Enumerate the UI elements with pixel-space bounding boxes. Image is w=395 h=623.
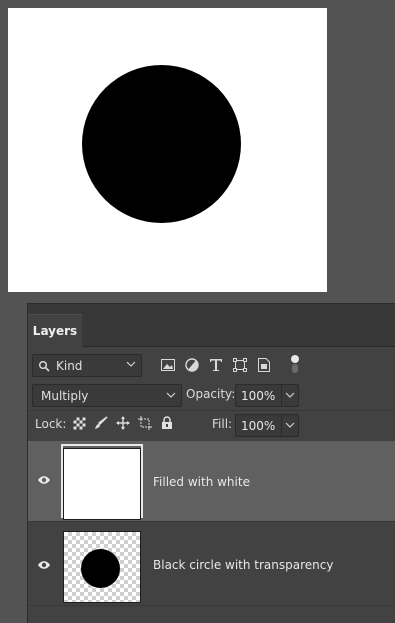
chevron-down-icon[interactable] <box>285 420 295 430</box>
layer-thumbnail-frame[interactable] <box>61 444 143 520</box>
tab-layers[interactable]: Layers <box>28 314 82 347</box>
opacity-input[interactable]: 100% <box>235 384 299 407</box>
layer-row-black-circle[interactable]: Black circle with transparency <box>28 522 395 606</box>
fill-input[interactable]: 100% <box>235 414 299 437</box>
eye-icon[interactable] <box>37 560 51 570</box>
chevron-down-icon[interactable] <box>285 390 295 400</box>
shape-filter-icon[interactable] <box>232 357 248 373</box>
adjustment-filter-icon[interactable] <box>184 357 200 373</box>
lock-position-icon[interactable] <box>115 415 131 431</box>
lock-icon-group <box>71 415 175 431</box>
filter-icon-group <box>160 356 272 374</box>
lock-transparent-pixels-icon[interactable] <box>71 415 87 431</box>
lock-label: Lock: <box>35 417 67 431</box>
layer-thumbnail <box>63 531 141 603</box>
field-divider <box>281 385 282 406</box>
chevron-down-icon <box>166 392 176 398</box>
document-canvas[interactable] <box>8 8 327 292</box>
blend-mode-dropdown[interactable]: Multiply <box>32 384 182 407</box>
lock-all-icon[interactable] <box>159 415 175 431</box>
layer-name[interactable]: Filled with white <box>153 475 250 489</box>
thumbnail-circle <box>81 549 120 588</box>
opacity-label: Opacity: <box>186 387 236 401</box>
type-filter-icon[interactable] <box>208 357 224 373</box>
layer-thumbnail-frame[interactable] <box>61 525 143 603</box>
panel-tab-bar: Layers <box>28 304 395 347</box>
fill-value: 100% <box>241 418 276 433</box>
smart-object-filter-icon[interactable] <box>256 357 272 373</box>
lock-image-pixels-icon[interactable] <box>93 415 109 431</box>
layer-thumbnail <box>63 448 141 520</box>
image-filter-icon[interactable] <box>160 357 176 373</box>
layers-panel: Layers Kind Multiply Opacity: 100% Lock:… <box>27 303 395 623</box>
eye-icon[interactable] <box>37 475 51 485</box>
layers-list: Filled with white Black circle with tran… <box>28 441 395 606</box>
filter-kind-dropdown[interactable]: Kind <box>32 354 142 377</box>
search-icon <box>39 360 50 372</box>
chevron-down-icon <box>126 361 136 367</box>
divider <box>28 410 395 411</box>
layer-name[interactable]: Black circle with transparency <box>153 558 333 572</box>
black-circle-artwork <box>82 65 241 223</box>
opacity-value: 100% <box>241 388 276 403</box>
lock-artboard-icon[interactable] <box>137 415 153 431</box>
layer-row-filled-with-white[interactable]: Filled with white <box>28 441 395 522</box>
fill-label: Fill: <box>212 417 233 431</box>
filter-toggle-icon[interactable] <box>290 354 300 374</box>
field-divider <box>281 415 282 436</box>
blend-mode-value: Multiply <box>41 388 89 403</box>
filter-kind-label: Kind <box>56 358 83 373</box>
